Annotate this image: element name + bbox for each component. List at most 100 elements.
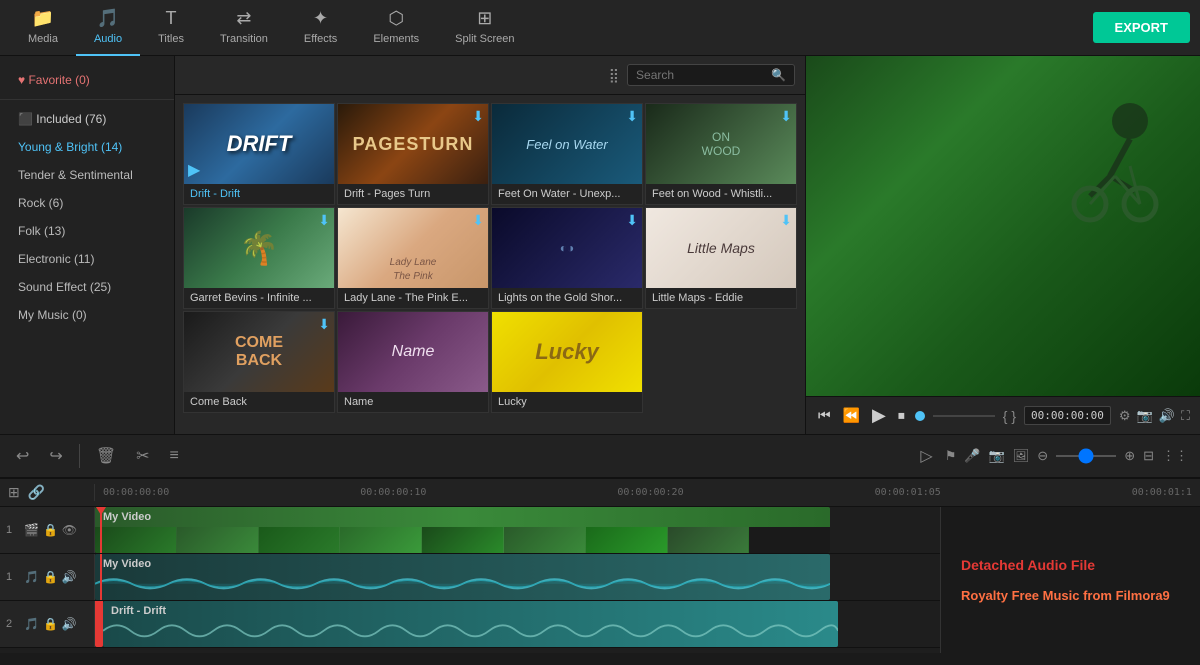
nav-elements[interactable]: ⬡ Elements: [355, 0, 437, 56]
sidebar-young-bright[interactable]: Young & Bright (14): [0, 133, 174, 161]
audio-icon: 🎵: [97, 8, 119, 29]
download-icon[interactable]: ⬇: [472, 212, 484, 229]
audio-track-2-row: 2 🎵 🔒 🔊 Drift - Drift: [0, 601, 940, 648]
rewind-button[interactable]: ⏪: [841, 405, 862, 426]
download-icon[interactable]: ⬇: [472, 108, 484, 125]
download-icon[interactable]: ⬇: [318, 212, 330, 229]
play-head-button[interactable]: ▷: [916, 442, 936, 470]
sidebar-folk[interactable]: Folk (13): [0, 217, 174, 245]
redo-button[interactable]: ↪: [45, 442, 66, 470]
card-label: Little Maps - Eddie: [646, 288, 796, 308]
minus-icon[interactable]: ⊖: [1037, 448, 1048, 464]
sidebar-included[interactable]: ⬛ Included (76): [0, 105, 174, 133]
elements-icon: ⬡: [388, 8, 404, 29]
audio-card-drift-drift[interactable]: DRIFT ▶ Drift - Drift: [183, 103, 335, 205]
track-body-video: My Video: [95, 507, 940, 553]
nav-media[interactable]: 📁 Media: [10, 0, 76, 56]
in-point-brace: { }: [1003, 408, 1016, 424]
download-icon[interactable]: ⬇: [626, 212, 638, 229]
audio-track-icon[interactable]: 🎵: [24, 570, 39, 584]
audio-card-garret[interactable]: 🌴 ⬇ Garret Bevins - Infinite ...: [183, 207, 335, 309]
prev-frame-button[interactable]: ⏮: [816, 405, 833, 426]
download-icon[interactable]: ⬇: [780, 212, 792, 229]
adjust-button[interactable]: ≡: [166, 443, 183, 469]
stop-button[interactable]: ⏹: [896, 405, 907, 426]
download-icon[interactable]: ⬇: [318, 316, 330, 333]
timeline-area: ⊞ 🔗 00:00:00:00 00:00:00:10 00:00:00:20 …: [0, 478, 1200, 653]
cut-button[interactable]: ✂: [132, 442, 153, 470]
audio-sidebar: ♥ Favorite (0) ⬛ Included (76) Young & B…: [0, 56, 175, 434]
video-frame: [95, 527, 176, 553]
sidebar-favorite[interactable]: ♥ Favorite (0): [0, 66, 174, 94]
sidebar-my-music[interactable]: My Music (0): [0, 301, 174, 329]
camera-icon[interactable]: 📷: [989, 448, 1005, 464]
titles-icon: T: [166, 8, 177, 29]
lock-icon[interactable]: 🔒: [43, 570, 58, 584]
undo-button[interactable]: ↩: [12, 442, 33, 470]
volume-icon-sm[interactable]: 🔊: [62, 570, 77, 584]
audio-card-come-back[interactable]: COMEBACK ⬇ Come Back: [183, 311, 335, 413]
settings-icon[interactable]: ⚙: [1119, 408, 1131, 424]
audio-card-lady-lane[interactable]: Lady LaneThe Pink ⬇ Lady Lane - The Pink…: [337, 207, 489, 309]
lock-icon[interactable]: 🔒: [43, 523, 58, 537]
picture-icon[interactable]: 🖼: [1013, 448, 1030, 464]
audio-content-panel: ⣿ 🔍 DRIFT ▶ Drift - Drift PAGESTURN ⬇: [175, 56, 805, 434]
video-frames: [95, 507, 830, 553]
audio-clip-1[interactable]: My Video: [95, 554, 830, 600]
audio-card-feet-water[interactable]: Feel on Water ⬇ Feet On Water - Unexp...: [491, 103, 643, 205]
card-label: Garret Bevins - Infinite ...: [184, 288, 334, 308]
sidebar-electronic[interactable]: Electronic (11): [0, 245, 174, 273]
nav-elements-label: Elements: [373, 33, 419, 45]
video-clip[interactable]: My Video: [95, 507, 830, 553]
speed-slider[interactable]: [1056, 455, 1116, 457]
playhead-dot: [915, 411, 925, 421]
sidebar-rock[interactable]: Rock (6): [0, 189, 174, 217]
flag-icon[interactable]: ⚑: [945, 448, 957, 464]
nav-audio-label: Audio: [94, 33, 122, 45]
zoom-fit-icon[interactable]: ⊟: [1143, 448, 1154, 464]
ruler-mark-10: 00:00:00:10: [360, 487, 426, 498]
audio-card-name[interactable]: Name Name: [337, 311, 489, 413]
sidebar-sound-effect[interactable]: Sound Effect (25): [0, 273, 174, 301]
nav-titles-label: Titles: [158, 33, 184, 45]
download-icon[interactable]: ⬇: [626, 108, 638, 125]
export-button[interactable]: EXPORT: [1093, 12, 1190, 43]
audio-clip-2-label: Drift - Drift: [111, 605, 166, 617]
toolbar-right: ▷ ⚑ 🎤 📷 🖼 ⊖ ⊕ ⊟ ⋮⋮: [916, 442, 1188, 470]
nav-transition[interactable]: ⇄ Transition: [202, 0, 286, 56]
lock-icon-2[interactable]: 🔒: [43, 617, 58, 631]
nav-titles[interactable]: T Titles: [140, 0, 202, 56]
audio-card-pages-turn[interactable]: PAGESTURN ⬇ Drift - Pages Turn: [337, 103, 489, 205]
video-track-icon[interactable]: 🎬: [24, 523, 39, 537]
nav-audio[interactable]: 🎵 Audio: [76, 0, 140, 56]
mic-icon[interactable]: 🎤: [964, 448, 980, 464]
volume-icon-sm-2[interactable]: 🔊: [62, 617, 77, 631]
add-track-icon[interactable]: ⊞: [8, 484, 20, 501]
audio-track-2-icon[interactable]: 🎵: [24, 617, 39, 631]
main-area: ♥ Favorite (0) ⬛ Included (76) Young & B…: [0, 56, 1200, 434]
card-label: Drift - Drift: [184, 184, 334, 204]
card-thumb-text: Name: [392, 343, 435, 361]
audio-card-lights-gold[interactable]: ◐◑ ⬇ Lights on the Gold Shor...: [491, 207, 643, 309]
link-icon[interactable]: 🔗: [28, 484, 45, 501]
more-icon[interactable]: ⋮⋮: [1162, 448, 1188, 464]
fullscreen-icon[interactable]: ⛶: [1181, 408, 1190, 424]
plus-icon[interactable]: ⊕: [1124, 448, 1135, 464]
search-input[interactable]: [636, 68, 766, 82]
sidebar-tender[interactable]: Tender & Sentimental: [0, 161, 174, 189]
audio-card-lucky[interactable]: Lucky Lucky: [491, 311, 643, 413]
audio-card-feet-wood[interactable]: ONWOOD ⬇ Feet on Wood - Whistli...: [645, 103, 797, 205]
media-icon: 📁: [32, 8, 54, 29]
delete-button[interactable]: 🗑: [92, 442, 120, 470]
screenshot-icon[interactable]: 📷: [1137, 408, 1153, 424]
download-icon[interactable]: ⬇: [780, 108, 792, 125]
card-thumb-text: Feel on Water: [526, 137, 607, 152]
volume-icon[interactable]: 🔊: [1159, 408, 1175, 424]
nav-splitscreen[interactable]: ⊞ Split Screen: [437, 0, 532, 56]
play-button[interactable]: ▶: [870, 403, 888, 428]
nav-effects[interactable]: ✦ Effects: [286, 0, 355, 56]
grid-view-icon[interactable]: ⣿: [609, 67, 619, 84]
eye-icon[interactable]: 👁: [62, 523, 77, 537]
audio-card-little-maps[interactable]: Little Maps ⬇ Little Maps - Eddie: [645, 207, 797, 309]
audio-clip-2[interactable]: Drift - Drift: [103, 601, 838, 647]
